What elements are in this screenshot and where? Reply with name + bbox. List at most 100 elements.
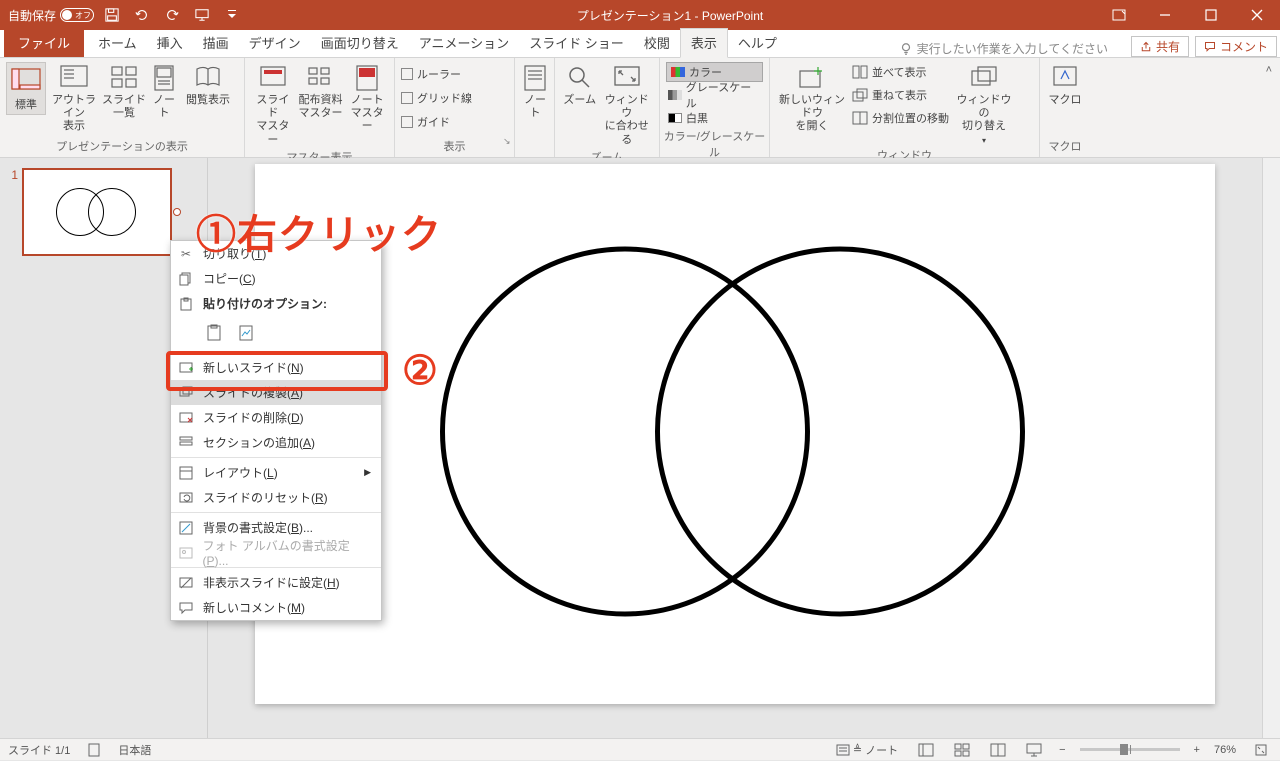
circle-shape-right[interactable] (655, 247, 1025, 617)
status-slideshow-icon[interactable] (1023, 740, 1045, 760)
notes-page-icon (150, 64, 178, 92)
view-slide-sorter-button[interactable]: スライド 一覧 (102, 62, 146, 122)
tab-insert[interactable]: 挿入 (147, 29, 193, 57)
window-title: プレゼンテーション1 - PowerPoint (244, 7, 1096, 24)
move-split-button[interactable]: 分割位置の移動 (850, 108, 951, 128)
save-icon[interactable] (100, 3, 124, 27)
notes-master-button[interactable]: ノート マスター (346, 62, 388, 136)
ctx-delete-slide[interactable]: スライドの削除(D) (171, 405, 381, 430)
undo-icon[interactable] (130, 3, 154, 27)
ctx-new-comment[interactable]: 新しいコメント(M) (171, 595, 381, 620)
bw-view-button[interactable]: 白黒 (666, 108, 763, 128)
tab-design[interactable]: デザイン (239, 29, 311, 57)
ctx-add-section[interactable]: セクションの追加(A) (171, 430, 381, 455)
ctx-photo-album: フォト アルバムの書式設定(P)... (171, 540, 381, 565)
ctx-duplicate-slide[interactable]: スライドの複製(A) (171, 380, 381, 405)
reset-icon (177, 489, 195, 507)
status-sorter-view-icon[interactable] (951, 740, 973, 760)
guides-checkbox[interactable]: ガイド (401, 112, 472, 132)
slide-master-button[interactable]: スライド マスター (251, 62, 295, 149)
qat-more-icon[interactable] (220, 3, 244, 27)
lightbulb-icon (899, 42, 913, 56)
tab-file[interactable]: ファイル (4, 29, 84, 57)
autosave-toggle[interactable]: 自動保存 オフ (8, 7, 94, 24)
zoom-button[interactable]: ズーム (561, 62, 599, 109)
new-window-button[interactable]: 新しいウィンドウ を開く (776, 62, 848, 136)
tab-transitions[interactable]: 画面切り替え (311, 29, 409, 57)
tab-home[interactable]: ホーム (88, 29, 147, 57)
zoom-slider[interactable] (1080, 748, 1180, 751)
tab-view[interactable]: 表示 (680, 28, 728, 58)
new-slide-icon (177, 359, 195, 377)
status-normal-view-icon[interactable] (915, 740, 937, 760)
ruler-checkbox[interactable]: ルーラー (401, 64, 472, 84)
venn-diagram[interactable] (440, 247, 1030, 622)
grayscale-swatch-icon (668, 90, 682, 100)
paste-as-picture[interactable] (235, 321, 259, 345)
view-outline-button[interactable]: アウトライン 表示 (48, 62, 100, 136)
arrange-all-button[interactable]: 並べて表示 (850, 62, 951, 82)
vertical-scrollbar[interactable] (1262, 158, 1280, 738)
ctx-copy[interactable]: コピー(C) (171, 266, 381, 291)
status-slide-count[interactable]: スライド 1/1 (8, 742, 70, 758)
fit-to-window-button[interactable]: ウィンドウ に合わせる (601, 62, 654, 149)
tab-animations[interactable]: アニメーション (409, 29, 519, 57)
tab-draw[interactable]: 描画 (193, 29, 239, 57)
handout-master-button[interactable]: 配布資料 マスター (297, 62, 345, 122)
slide-thumbnail-1[interactable] (22, 168, 172, 256)
checkbox-icon (401, 92, 413, 104)
tab-slideshow[interactable]: スライド ショー (519, 29, 634, 57)
paste-use-destination-theme[interactable] (203, 321, 227, 345)
zoom-out-button[interactable]: − (1059, 744, 1065, 756)
color-swatch-icon (671, 67, 685, 77)
ctx-cut[interactable]: ✂切り取り(T) (171, 241, 381, 266)
view-notes-page-button[interactable]: ノー ト (148, 62, 180, 122)
gridlines-checkbox[interactable]: グリッド線 (401, 88, 472, 108)
status-reading-view-icon[interactable] (987, 740, 1009, 760)
dialog-launcher-icon[interactable]: ↘ (503, 136, 511, 147)
grayscale-view-button[interactable]: グレースケール (666, 85, 763, 105)
status-accessibility[interactable] (84, 739, 104, 761)
tab-help[interactable]: ヘルプ (728, 29, 787, 57)
accessibility-icon (87, 743, 101, 757)
status-language[interactable]: 日本語 (118, 742, 151, 758)
minimize-icon[interactable] (1142, 0, 1188, 30)
macros-button[interactable]: マクロ (1046, 62, 1084, 109)
ctx-new-slide[interactable]: 新しいスライド(N) (171, 355, 381, 380)
normal-view-icon (10, 65, 42, 97)
tab-review[interactable]: 校閲 (634, 29, 680, 57)
status-bar: スライド 1/1 日本語 ≜ ノート − + 76% (0, 738, 1280, 760)
thumbnail-content (52, 187, 142, 237)
close-icon[interactable] (1234, 0, 1280, 30)
search-placeholder: 実行したい作業を入力してください (917, 40, 1108, 57)
redo-icon[interactable] (160, 3, 184, 27)
ctx-reset-slide[interactable]: スライドのリセット(R) (171, 485, 381, 510)
collapse-ribbon-icon[interactable]: ˄ (1266, 64, 1272, 76)
outline-view-icon (60, 64, 88, 92)
cascade-button[interactable]: 重ねて表示 (850, 85, 951, 105)
cut-icon: ✂ (177, 245, 195, 263)
zoom-in-button[interactable]: + (1194, 744, 1200, 756)
fit-window-icon (613, 64, 641, 92)
fit-slide-icon[interactable] (1250, 740, 1272, 760)
share-button[interactable]: 共有 (1131, 36, 1189, 57)
comments-button[interactable]: コメント (1195, 36, 1277, 57)
tell-me-search[interactable]: 実行したい作業を入力してください (899, 40, 1128, 57)
slideshow-from-start-icon[interactable] (190, 3, 214, 27)
paste-icon (177, 295, 195, 313)
view-reading-button[interactable]: 閲覧表示 (182, 62, 234, 109)
view-normal-button[interactable]: 標準 (6, 62, 46, 115)
cascade-icon (852, 88, 868, 102)
copy-icon (177, 270, 195, 288)
switch-windows-button[interactable]: ウィンドウの 切り替え▾ (953, 62, 1015, 147)
notes-button[interactable]: ノー ト (521, 62, 549, 122)
slide-master-icon (259, 64, 287, 92)
status-notes-button[interactable]: ≜ ノート (833, 739, 901, 761)
ribbon-display-options-icon[interactable] (1096, 0, 1142, 30)
slide-canvas[interactable] (255, 164, 1215, 704)
zoom-level[interactable]: 76% (1214, 744, 1236, 756)
maximize-icon[interactable] (1188, 0, 1234, 30)
ctx-layout[interactable]: レイアウト(L)▶ (171, 460, 381, 485)
ctx-paste-options (171, 316, 381, 350)
ctx-hide-slide[interactable]: 非表示スライドに設定(H) (171, 570, 381, 595)
